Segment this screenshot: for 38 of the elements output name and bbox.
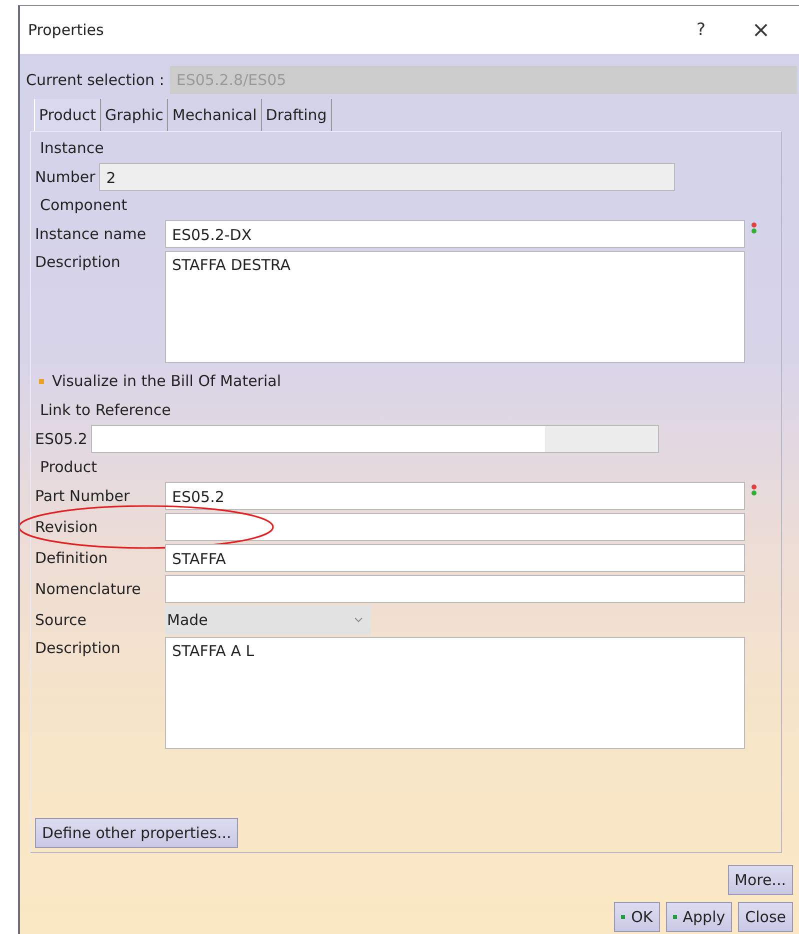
field-label: Description bbox=[35, 252, 122, 271]
text-field[interactable]: STAFFA bbox=[165, 544, 745, 572]
text-field[interactable]: ES05.2 bbox=[165, 482, 745, 510]
window-title: Properties bbox=[28, 21, 105, 39]
description-field[interactable]: STAFFA A L bbox=[165, 637, 745, 749]
field-label: Nomenclature bbox=[35, 580, 142, 598]
dialog-button[interactable]: Apply bbox=[666, 902, 732, 932]
group-title: Component bbox=[39, 195, 128, 216]
current-selection-label: Current selection : bbox=[26, 71, 164, 89]
field-label: Part Number bbox=[35, 487, 131, 505]
tab[interactable]: Product bbox=[34, 99, 101, 131]
bullet-icon bbox=[39, 378, 44, 384]
group-title: Link to Reference bbox=[39, 400, 172, 421]
text-field[interactable] bbox=[165, 513, 745, 541]
description-field[interactable]: STAFFA DESTRA bbox=[165, 251, 745, 363]
dialog-button[interactable]: Close bbox=[738, 902, 793, 932]
close-button[interactable]: × bbox=[731, 12, 791, 48]
help-button[interactable]: ? bbox=[671, 12, 731, 48]
define-properties-button[interactable]: Define other properties... bbox=[35, 818, 238, 848]
dialog-button[interactable]: OK bbox=[614, 902, 660, 932]
group-title: Product bbox=[39, 457, 98, 478]
field-label: Instance name bbox=[35, 225, 148, 243]
field-label: Number bbox=[35, 168, 96, 186]
source-dropdown[interactable]: Made bbox=[165, 605, 371, 635]
tab[interactable]: Graphic bbox=[100, 99, 168, 131]
field-label: Source bbox=[35, 611, 88, 629]
group-title: Instance bbox=[39, 138, 105, 159]
field-label: Definition bbox=[35, 549, 109, 567]
tab[interactable]: Mechanical bbox=[168, 99, 262, 131]
text-field[interactable] bbox=[165, 575, 745, 603]
field-label: Revision bbox=[35, 518, 99, 536]
chevron-icon bbox=[354, 617, 363, 623]
bom-option[interactable]: Visualize in the Bill Of Material bbox=[52, 372, 281, 390]
text-field[interactable]: ES05.2-DX bbox=[165, 220, 745, 248]
more-button[interactable]: More... bbox=[728, 865, 793, 895]
tab[interactable]: Drafting bbox=[262, 99, 332, 131]
field-label: ES05.2 bbox=[35, 430, 88, 448]
field-label: Description bbox=[35, 638, 122, 657]
